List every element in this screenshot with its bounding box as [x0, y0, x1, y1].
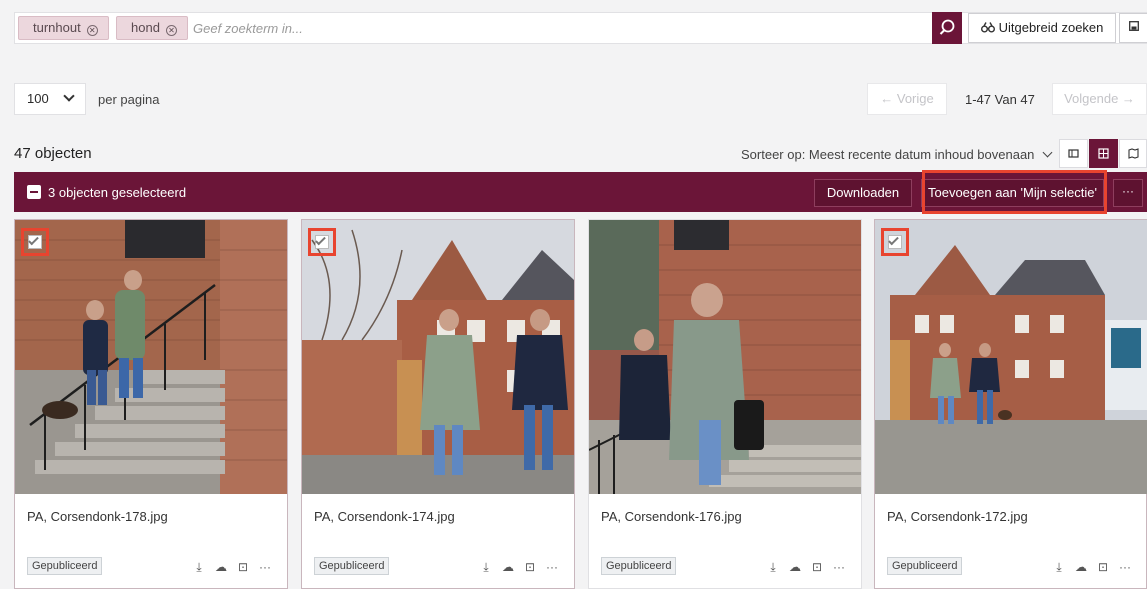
select-all-checkbox[interactable]: [27, 185, 41, 199]
grid-view-icon: [1098, 148, 1109, 159]
more-icon[interactable]: ···: [1114, 560, 1136, 574]
asset-filename: PA, Corsendonk-172.jpg: [887, 509, 1028, 524]
asset-filename: PA, Corsendonk-174.jpg: [314, 509, 455, 524]
asset-filename: PA, Corsendonk-176.jpg: [601, 509, 742, 524]
page-range: 1-47 Van 47: [965, 92, 1035, 107]
cloud-upload-icon[interactable]: ☁: [784, 560, 806, 574]
select-checkbox[interactable]: [308, 228, 336, 256]
advanced-search-button[interactable]: Uitgebreid zoeken: [968, 13, 1116, 43]
asset-card[interactable]: PA, Corsendonk-176.jpg Gepubliceerd ⤓ ☁ ⊡ ·…: [588, 219, 862, 589]
asset-photo[interactable]: [15, 220, 287, 494]
save-icon: [1128, 21, 1139, 31]
asset-card[interactable]: PA, Corsendonk-174.jpg Gepubliceerd ⤓ ☁ ⊡ ·…: [301, 219, 575, 589]
remove-chip-icon[interactable]: ✕: [86, 25, 98, 36]
card-actions: ⤓ ☁ ⊡ ···: [762, 560, 850, 575]
filter-chip-turnhout[interactable]: turnhout ✕: [18, 16, 109, 40]
results-count: 47 objecten: [14, 145, 92, 162]
search-icon: [939, 19, 955, 35]
list-view-button[interactable]: [1059, 139, 1088, 168]
add-to-selection-button[interactable]: Toevoegen aan 'Mijn selectie': [921, 179, 1104, 207]
crop-icon[interactable]: ⊡: [232, 560, 254, 574]
more-icon[interactable]: ···: [254, 560, 276, 574]
download-icon[interactable]: ⤓: [475, 560, 497, 575]
chevron-down-icon: [1042, 147, 1053, 158]
search-input[interactable]: [193, 17, 913, 39]
map-view-button[interactable]: [1119, 139, 1147, 168]
card-actions: ⤓ ☁ ⊡ ···: [475, 560, 563, 575]
cloud-upload-icon[interactable]: ☁: [1070, 560, 1092, 574]
asset-card[interactable]: PA, Corsendonk-178.jpg Gepubliceerd ⤓ ☁ ⊡ ·…: [14, 219, 288, 589]
asset-photo[interactable]: [589, 220, 861, 494]
binoculars-icon: [980, 22, 995, 33]
more-icon[interactable]: ···: [828, 560, 850, 574]
per-page-label: per pagina: [98, 92, 160, 107]
asset-card[interactable]: PA, Corsendonk-172.jpg Gepubliceerd ⤓ ☁ ⊡ ·…: [874, 219, 1147, 589]
status-badge: Gepubliceerd: [601, 557, 677, 575]
status-badge: Gepubliceerd: [887, 557, 963, 575]
asset-photo[interactable]: [302, 220, 574, 494]
map-view-icon: [1128, 148, 1139, 159]
save-search-button[interactable]: [1119, 13, 1147, 43]
asset-filename: PA, Corsendonk-178.jpg: [27, 509, 168, 524]
download-button[interactable]: Downloaden: [814, 179, 912, 207]
crop-icon[interactable]: ⊡: [1092, 560, 1114, 574]
more-options-button[interactable]: ···: [1113, 179, 1143, 207]
per-page-select[interactable]: 100: [14, 83, 86, 115]
list-view-icon: [1068, 149, 1079, 158]
card-actions: ⤓ ☁ ⊡ ···: [1048, 560, 1136, 575]
select-checkbox[interactable]: [21, 228, 49, 256]
cloud-upload-icon[interactable]: ☁: [210, 560, 232, 574]
status-badge: Gepubliceerd: [27, 557, 103, 575]
selection-count: 3 objecten geselecteerd: [48, 185, 187, 200]
previous-page-button[interactable]: ← Vorige: [867, 83, 947, 115]
next-page-button[interactable]: Volgende →: [1052, 83, 1147, 115]
grid-view-button[interactable]: [1089, 139, 1118, 168]
cloud-upload-icon[interactable]: ☁: [497, 560, 519, 574]
filter-chip-hond[interactable]: hond ✕: [116, 16, 188, 40]
crop-icon[interactable]: ⊡: [806, 560, 828, 574]
crop-icon[interactable]: ⊡: [519, 560, 541, 574]
status-badge: Gepubliceerd: [314, 557, 390, 575]
search-bar: turnhout✕ hond✕ Uitgebreid zoeken: [14, 12, 1147, 44]
download-icon[interactable]: ⤓: [762, 560, 784, 575]
selection-bar: 3 objecten geselecteerd Downloaden Toevo…: [14, 170, 1147, 214]
asset-photo[interactable]: [875, 220, 1147, 494]
card-actions: ⤓ ☁ ⊡ ···: [188, 560, 276, 575]
download-icon[interactable]: ⤓: [1048, 560, 1070, 575]
chevron-down-icon: [63, 90, 75, 102]
search-button[interactable]: [932, 12, 962, 44]
remove-chip-icon[interactable]: ✕: [165, 25, 177, 36]
download-icon[interactable]: ⤓: [188, 560, 210, 575]
sort-dropdown[interactable]: Sorteer op: Meest recente datum inhoud b…: [741, 147, 1053, 162]
select-checkbox[interactable]: [881, 228, 909, 256]
more-icon[interactable]: ···: [541, 560, 563, 574]
